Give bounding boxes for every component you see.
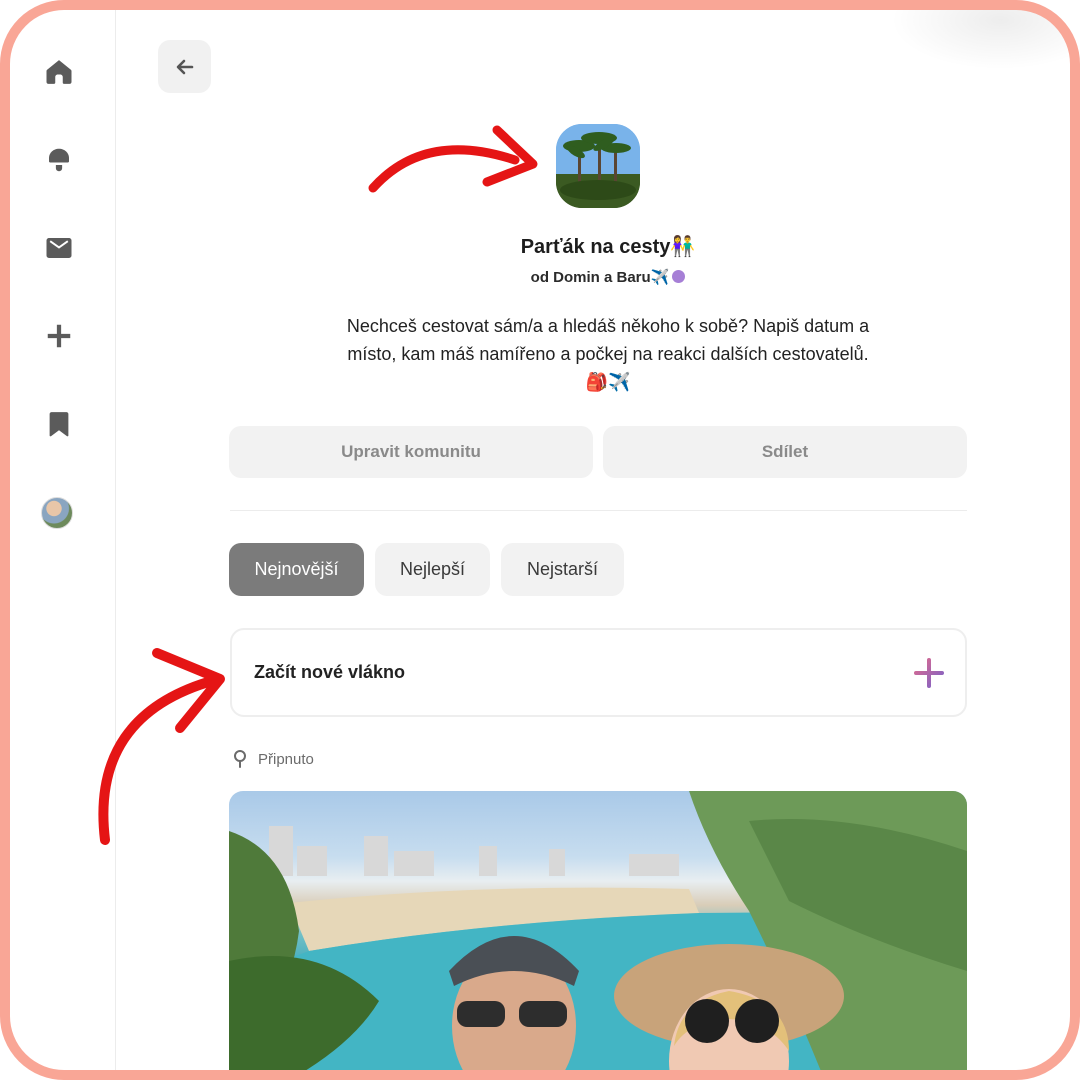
bell-icon[interactable] bbox=[41, 142, 77, 178]
pinned-text: Připnuto bbox=[258, 750, 314, 768]
community-description: Nechceš cestovat sám/a a hledáš někoho k… bbox=[292, 312, 924, 396]
verified-badge-icon bbox=[672, 270, 686, 283]
share-button[interactable]: Sdílet bbox=[603, 426, 967, 478]
new-thread-label: Začít nové vlákno bbox=[254, 662, 406, 682]
edit-community-button[interactable]: Upravit komunitu bbox=[229, 426, 593, 478]
back-button[interactable] bbox=[158, 40, 211, 93]
mail-icon[interactable] bbox=[41, 230, 77, 266]
gradient-plus-icon bbox=[914, 658, 944, 688]
description-line: 🎒✈️ bbox=[585, 372, 631, 392]
description-line: Nechceš cestovat sám/a a hledáš někoho k… bbox=[346, 316, 870, 336]
plus-icon[interactable] bbox=[41, 318, 77, 354]
corner-shadow bbox=[890, 10, 1070, 70]
bookmark-icon[interactable] bbox=[41, 406, 77, 442]
community-title: Parťák na cesty👫 bbox=[520, 236, 696, 258]
sidebar bbox=[10, 10, 116, 1070]
description-line: místo, kam máš namířeno a počkej na reak… bbox=[347, 344, 869, 364]
screenshot-frame: Parťák na cesty👫 od Domin a Baru✈️ Nechc… bbox=[0, 0, 1080, 1080]
community-author: od Domin a Baru✈️ bbox=[240, 268, 976, 286]
divider bbox=[230, 510, 967, 511]
tab-newest[interactable]: Nejnovější bbox=[229, 543, 364, 596]
community-avatar bbox=[556, 124, 640, 208]
pin-icon bbox=[232, 750, 248, 768]
profile-avatar[interactable] bbox=[41, 497, 73, 529]
post-image[interactable] bbox=[229, 791, 967, 1070]
annotation-arrow-top bbox=[368, 125, 538, 193]
tab-best[interactable]: Nejlepší bbox=[375, 543, 490, 596]
community-author-text: od Domin a Baru✈️ bbox=[530, 269, 670, 286]
new-thread-button[interactable]: Začít nové vlákno bbox=[230, 628, 967, 717]
pinned-label: Připnuto bbox=[232, 750, 314, 768]
home-icon[interactable] bbox=[41, 54, 77, 90]
tab-oldest[interactable]: Nejstarší bbox=[501, 543, 624, 596]
arrow-left-icon bbox=[176, 59, 193, 74]
